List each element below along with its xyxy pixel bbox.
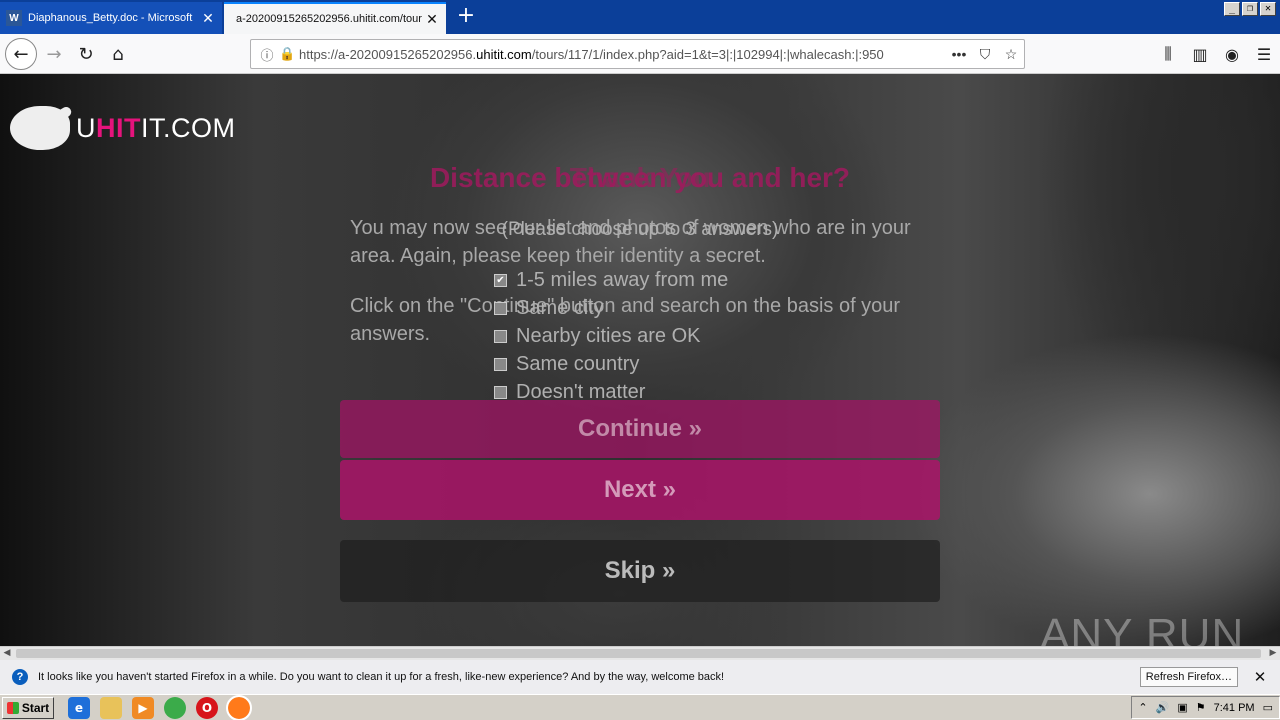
distance-options: ✔ 1-5 miles away from me Same city Nearby… bbox=[494, 266, 728, 406]
next-button[interactable]: Next » bbox=[340, 460, 940, 520]
page-actions-icon[interactable]: ••• bbox=[946, 46, 972, 62]
pocket-icon[interactable]: ⛉ bbox=[972, 46, 998, 63]
checkbox[interactable] bbox=[494, 301, 507, 315]
scroll-right-icon[interactable]: ▶ bbox=[1266, 647, 1280, 660]
system-tray: ⌃ 🔊 ▣ ⚑ 7:41 PM ▭ bbox=[1131, 696, 1280, 719]
checkbox[interactable] bbox=[494, 385, 507, 399]
menu-icon[interactable]: ☰ bbox=[1248, 40, 1280, 68]
url-text[interactable]: https://a-20200915265202956.uhitit.com/t… bbox=[299, 47, 946, 62]
restore-button[interactable]: ❐ bbox=[1242, 2, 1258, 16]
tab-word-document[interactable]: W Diaphanous_Betty.doc - Microsoft ✕ bbox=[0, 2, 222, 34]
pointing-hand-icon bbox=[10, 106, 70, 150]
forward-button[interactable]: → bbox=[40, 40, 68, 68]
scroll-left-icon[interactable]: ◀ bbox=[0, 647, 14, 660]
chrome-icon[interactable] bbox=[164, 696, 186, 719]
option-nearby-cities[interactable]: Nearby cities are OK bbox=[494, 322, 728, 350]
explorer-folder-icon[interactable] bbox=[100, 696, 122, 719]
info-icon: ? bbox=[12, 669, 28, 685]
address-bar[interactable]: ⓘ 🔒 https://a-20200915265202956.uhitit.c… bbox=[250, 39, 1025, 69]
checkbox[interactable]: ✔ bbox=[494, 273, 507, 287]
tab-bar: W Diaphanous_Betty.doc - Microsoft ✕ a-2… bbox=[0, 0, 1280, 34]
refresh-notification-bar: ? It looks like you haven't started Fire… bbox=[0, 660, 1280, 694]
thank-you-heading: Thank You bbox=[569, 162, 711, 193]
skip-button[interactable]: Skip » bbox=[340, 540, 940, 602]
firefox-icon[interactable] bbox=[226, 694, 252, 720]
option-same-country[interactable]: Same country bbox=[494, 350, 728, 378]
checkbox[interactable] bbox=[494, 329, 507, 343]
word-icon: W bbox=[6, 10, 22, 26]
close-tab-icon[interactable]: ✕ bbox=[424, 11, 440, 28]
bookmark-star-icon[interactable]: ☆ bbox=[998, 46, 1024, 63]
new-tab-button[interactable]: + bbox=[452, 4, 480, 30]
page-content: UHITIT.COM Distance between you and her?… bbox=[0, 74, 1280, 646]
account-icon[interactable]: ◉ bbox=[1216, 40, 1248, 68]
back-button[interactable]: ← bbox=[5, 38, 37, 70]
site-logo[interactable]: UHITIT.COM bbox=[10, 106, 236, 150]
window-controls: _ ❐ ✕ bbox=[1224, 2, 1276, 16]
show-desktop-icon[interactable]: ▭ bbox=[1263, 701, 1273, 714]
ie-icon[interactable]: e bbox=[68, 696, 90, 719]
clock[interactable]: 7:41 PM bbox=[1214, 702, 1255, 714]
option-1-5-miles[interactable]: ✔ 1-5 miles away from me bbox=[494, 266, 728, 294]
notification-message: It looks like you haven't started Firefo… bbox=[38, 671, 725, 683]
tray-expand-icon[interactable]: ⌃ bbox=[1138, 701, 1147, 714]
windows-taskbar: Start e ▶ O ⌃ 🔊 ▣ ⚑ 7:41 PM ▭ bbox=[0, 694, 1280, 720]
navigation-toolbar: ← → ↻ ⌂ ⓘ 🔒 https://a-20200915265202956.… bbox=[0, 34, 1280, 74]
info-icon[interactable]: ⓘ bbox=[259, 45, 275, 64]
tab-uhitit[interactable]: a-20200915265202956.uhitit.com/tour ✕ bbox=[224, 2, 446, 34]
tab-title: a-20200915265202956.uhitit.com/tour bbox=[236, 13, 422, 25]
reload-button[interactable]: ↻ bbox=[72, 40, 100, 68]
refresh-firefox-button[interactable]: Refresh Firefox… bbox=[1139, 667, 1238, 687]
network-icon[interactable]: ▣ bbox=[1177, 701, 1187, 714]
windows-logo-icon bbox=[6, 701, 19, 714]
anyrun-watermark: ANY RUN bbox=[1040, 610, 1245, 646]
action-center-flag-icon[interactable]: ⚑ bbox=[1196, 701, 1206, 714]
home-button[interactable]: ⌂ bbox=[104, 40, 132, 68]
checkbox[interactable] bbox=[494, 357, 507, 371]
lock-icon[interactable]: 🔒 bbox=[279, 46, 295, 62]
close-tab-icon[interactable]: ✕ bbox=[200, 10, 216, 27]
scrollbar-thumb[interactable] bbox=[16, 649, 1261, 658]
library-icon[interactable]: ⫼ bbox=[1152, 40, 1184, 68]
volume-icon[interactable]: 🔊 bbox=[1156, 701, 1170, 714]
option-same-city[interactable]: Same city bbox=[494, 294, 728, 322]
continue-button[interactable]: Continue » bbox=[340, 400, 940, 458]
close-window-button[interactable]: ✕ bbox=[1260, 2, 1276, 16]
sidebar-icon[interactable]: ▥ bbox=[1184, 40, 1216, 68]
start-button[interactable]: Start bbox=[2, 696, 54, 719]
close-notification-icon[interactable]: ✕ bbox=[1248, 668, 1272, 686]
tab-title: Diaphanous_Betty.doc - Microsoft bbox=[28, 12, 193, 24]
horizontal-scrollbar[interactable]: ◀ ▶ bbox=[0, 646, 1280, 660]
minimize-button[interactable]: _ bbox=[1224, 2, 1240, 16]
media-player-icon[interactable]: ▶ bbox=[132, 696, 154, 719]
opera-icon[interactable]: O bbox=[196, 696, 218, 719]
choose-subtitle: (Please choose up to 3 answers) bbox=[501, 219, 779, 240]
